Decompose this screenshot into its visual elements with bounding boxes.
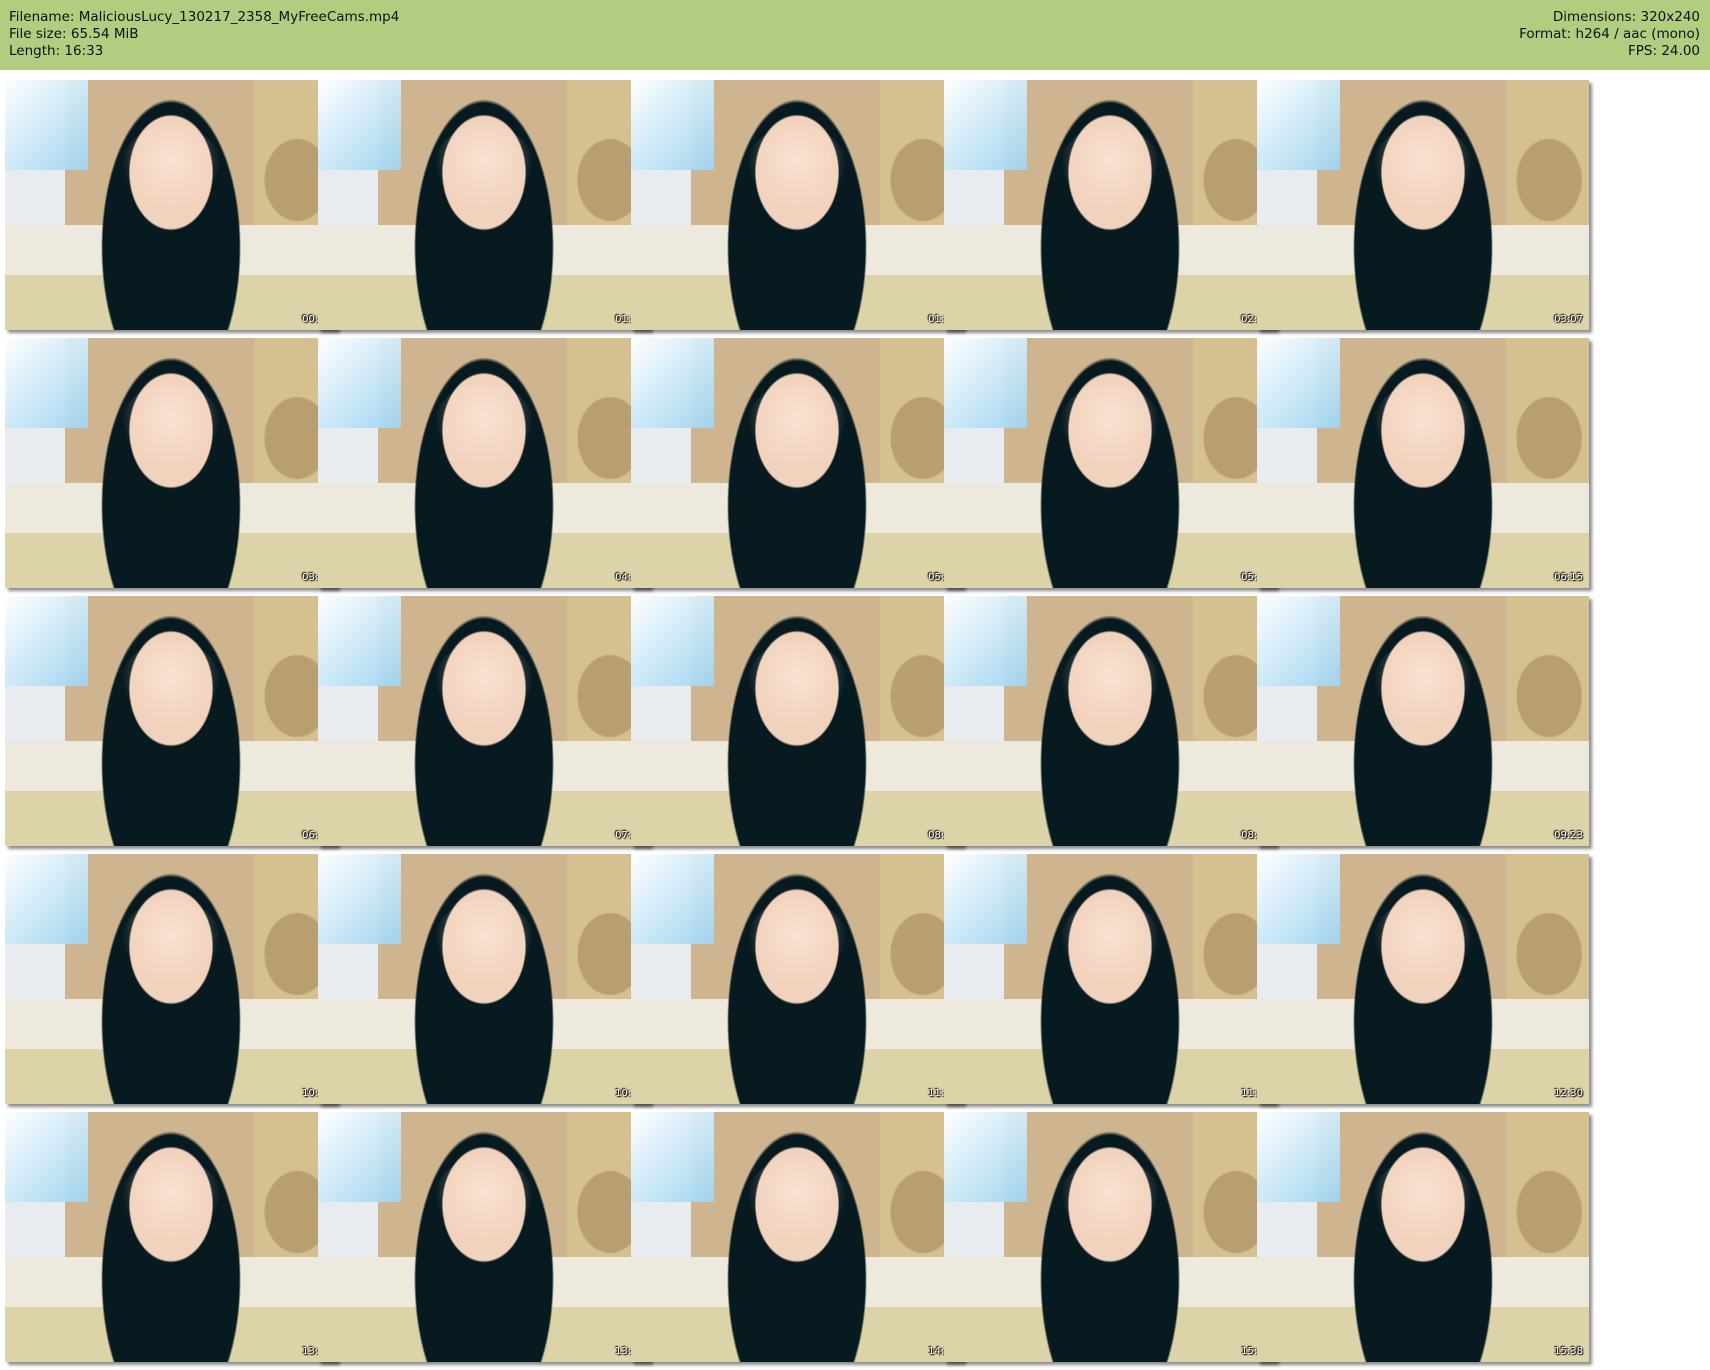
tv-screen [5,80,88,170]
face-highlight [1373,383,1473,468]
tv-screen [5,596,88,686]
face-highlight [434,899,534,984]
thumbnail-frame: 03:45 [5,338,337,588]
timestamp-label: 06:15 [1554,572,1583,583]
face-highlight [747,899,847,984]
format-text: Format: h264 / aac (mono) [1519,26,1700,42]
thumbnail-frame: 09:23 [1257,596,1589,846]
thumbnail-frame: 11:15 [631,854,963,1104]
tv-screen [631,80,714,170]
timestamp-label: 12:30 [1554,1088,1583,1099]
face-highlight [1060,383,1160,468]
tv-screen [1257,338,1340,428]
length-text: Length: 16:33 [9,43,104,59]
filename-text: Filename: MaliciousLucy_130217_2358_MyFr… [9,9,400,25]
face-highlight [434,125,534,210]
thumbnail-frame: 15:00 [944,1112,1276,1362]
face-highlight [1060,125,1160,210]
thumbnail-frame: 01:52 [631,80,963,330]
thumbnail-frame: 14:23 [631,1112,963,1362]
tv-screen [5,1112,88,1202]
tv-screen [1257,596,1340,686]
thumbnail-grid: 00:37 01:15 01:52 02:30 03:07 03:45 04:22 05:00… [0,70,1710,1370]
tv-screen [318,854,401,944]
thumbnail-frame: 12:30 [1257,854,1589,1104]
face-highlight [1373,641,1473,726]
tv-screen [1257,1112,1340,1202]
tv-screen [631,1112,714,1202]
file-info: Filename: MaliciousLucy_130217_2358_MyFr… [9,9,399,60]
tv-screen [631,338,714,428]
thumbnail-frame: 11:53 [944,854,1276,1104]
face-highlight [1373,899,1473,984]
thumbnail-frame: 04:22 [318,338,650,588]
tv-screen [5,854,88,944]
thumbnail-frame: 06:52 [5,596,337,846]
fps-text: FPS: 24.00 [1628,43,1700,59]
face-highlight [1373,1157,1473,1242]
face-highlight [1060,1157,1160,1242]
tv-screen [944,596,1027,686]
face-highlight [747,1157,847,1242]
thumbnail-frame: 06:15 [1257,338,1589,588]
face-highlight [1373,125,1473,210]
face-highlight [121,125,221,210]
thumbnail-frame: 15:38 [1257,1112,1589,1362]
face-highlight [434,1157,534,1242]
face-highlight [747,125,847,210]
face-highlight [747,383,847,468]
thumbnail-frame: 02:30 [944,80,1276,330]
face-highlight [121,383,221,468]
tv-screen [631,854,714,944]
thumbnail-frame: 13:45 [318,1112,650,1362]
tv-screen [631,596,714,686]
thumbnail-frame: 08:07 [631,596,963,846]
tv-screen [318,596,401,686]
face-highlight [121,899,221,984]
timestamp-label: 03:07 [1554,314,1583,325]
tv-screen [944,338,1027,428]
timestamp-label: 15:38 [1554,1346,1583,1357]
thumbnail-frame: 10:38 [318,854,650,1104]
thumbnail-frame: 13:08 [5,1112,337,1362]
tv-screen [1257,80,1340,170]
thumbnail-frame: 00:37 [5,80,337,330]
thumbnail-frame: 05:00 [631,338,963,588]
tv-screen [944,1112,1027,1202]
thumbnail-frame: 03:07 [1257,80,1589,330]
face-highlight [434,383,534,468]
face-highlight [434,641,534,726]
thumbnail-frame: 05:37 [944,338,1276,588]
thumbnail-frame: 08:45 [944,596,1276,846]
tv-screen [1257,854,1340,944]
face-highlight [121,641,221,726]
tv-screen [318,80,401,170]
filesize-text: File size: 65.54 MiB [9,26,139,42]
tv-screen [318,338,401,428]
tv-screen [944,854,1027,944]
dimensions-text: Dimensions: 320x240 [1552,9,1700,25]
face-highlight [1060,641,1160,726]
face-highlight [121,1157,221,1242]
thumbnail-frame: 07:30 [318,596,650,846]
header-bar: Filename: MaliciousLucy_130217_2358_MyFr… [0,0,1710,70]
face-highlight [1060,899,1160,984]
tv-screen [944,80,1027,170]
thumbnail-frame: 10:00 [5,854,337,1104]
media-info: Dimensions: 320x240 Format: h264 / aac (… [1519,9,1700,60]
tv-screen [5,338,88,428]
tv-screen [318,1112,401,1202]
face-highlight [747,641,847,726]
timestamp-label: 09:23 [1554,830,1583,841]
thumbnail-frame: 01:15 [318,80,650,330]
